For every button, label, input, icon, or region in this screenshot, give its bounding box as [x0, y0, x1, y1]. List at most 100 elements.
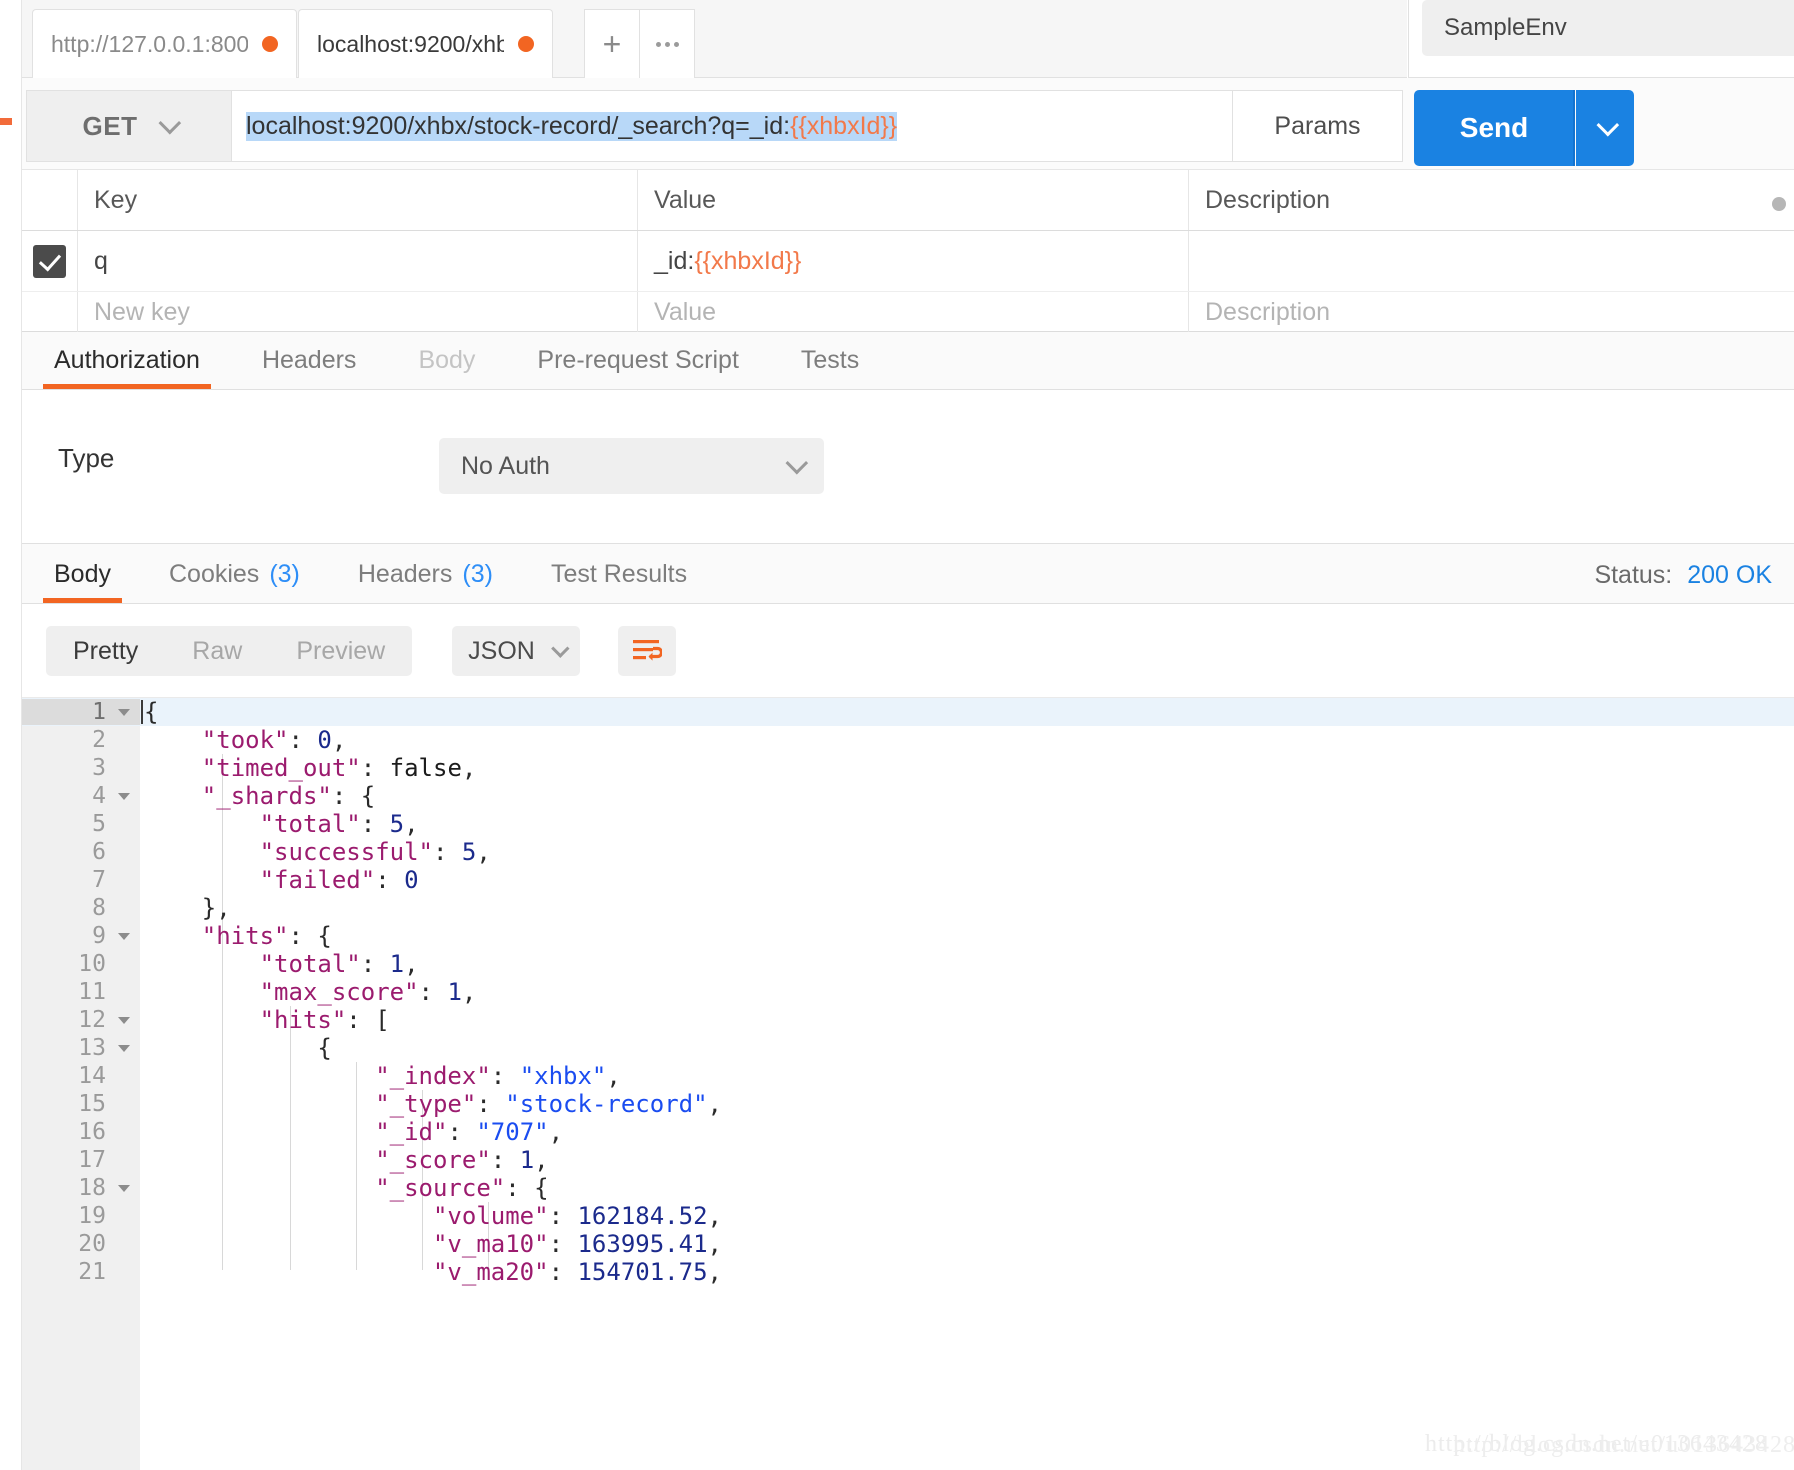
fold-triangle-icon[interactable]	[118, 1185, 130, 1192]
environment-selector[interactable]: SampleEnv	[1422, 0, 1794, 56]
auth-type-selector[interactable]: No Auth	[439, 438, 824, 494]
params-label: Params	[1274, 111, 1361, 140]
header-value-cell: Value	[638, 170, 1189, 230]
new-key-input[interactable]: New key	[78, 292, 638, 332]
new-value-input[interactable]: Value	[638, 292, 1189, 332]
view-pretty-button[interactable]: Pretty	[46, 637, 165, 666]
tab-response-cookies[interactable]: Cookies (3)	[147, 545, 322, 603]
status-code: 200 OK	[1687, 561, 1772, 589]
code-text: "max_score": 1,	[144, 978, 477, 1006]
row-key-cell[interactable]: q	[78, 231, 638, 291]
table-row[interactable]: q _id:{{xhbxId}}	[22, 231, 1794, 292]
request-tab-0-label: http://127.0.0.1:800	[51, 30, 248, 57]
tab-body[interactable]: Body	[396, 331, 497, 389]
left-rail	[0, 0, 22, 1470]
chevron-down-icon	[158, 111, 182, 135]
tab-more-options-button[interactable]	[639, 9, 695, 78]
tab-authorization[interactable]: Authorization	[32, 331, 222, 389]
view-raw-button[interactable]: Raw	[165, 637, 269, 666]
auth-type-value: No Auth	[461, 451, 550, 480]
response-code-editor[interactable]: 1{2 "took": 0, 3 "timed_out": false, 4 "_s…	[22, 697, 1794, 1470]
cookies-count: (3)	[269, 559, 300, 588]
body-format-value: JSON	[468, 636, 535, 665]
tab-pre-request-script[interactable]: Pre-request Script	[515, 331, 760, 389]
row-checkbox[interactable]	[33, 244, 66, 278]
params-table: Key Value Description q _id:{{xhbxId}} N…	[22, 170, 1794, 332]
code-line: 10 "total": 1,	[22, 950, 1794, 978]
tab-response-cookies-label: Cookies	[168, 559, 260, 588]
header-key-cell: Key	[78, 170, 638, 230]
response-body-toolbar: Pretty Raw Preview JSON	[22, 604, 1794, 697]
fold-triangle-icon[interactable]	[118, 1017, 130, 1024]
code-text: "_source": {	[144, 1174, 549, 1202]
code-line: 2 "took": 0,	[22, 726, 1794, 754]
code-text: "hits": {	[144, 922, 332, 950]
send-options-button[interactable]	[1576, 90, 1634, 166]
url-input[interactable]: localhost:9200/xhbx/stock-record/_search…	[231, 90, 1233, 162]
tab-headers[interactable]: Headers	[240, 331, 379, 389]
code-line: 21 "v_ma20": 154701.75,	[22, 1258, 1794, 1286]
tab-response-headers[interactable]: Headers (3)	[336, 545, 515, 603]
params-toggle-button[interactable]: Params	[1233, 90, 1403, 162]
new-value-placeholder: Value	[654, 297, 717, 326]
body-format-selector[interactable]: JSON	[452, 626, 580, 676]
column-header-description: Description	[1205, 185, 1331, 214]
fold-triangle-icon[interactable]	[118, 793, 130, 800]
tab-authorization-label: Authorization	[54, 345, 200, 374]
send-button[interactable]: Send	[1414, 90, 1574, 166]
row-value-cell[interactable]: _id:{{xhbxId}}	[638, 231, 1189, 291]
word-wrap-button[interactable]	[618, 626, 676, 676]
code-text: "v_ma10": 163995.41,	[144, 1230, 722, 1258]
chevron-down-icon	[1596, 113, 1620, 137]
new-tab-button[interactable]: +	[584, 9, 640, 78]
tab-tests-label: Tests	[800, 345, 860, 374]
tab-body-label: Body	[418, 345, 476, 374]
view-preview-button[interactable]: Preview	[269, 637, 412, 666]
new-description-placeholder: Description	[1205, 297, 1331, 326]
authorization-panel: Type No Auth	[22, 390, 1794, 544]
tab-response-body[interactable]: Body	[32, 545, 133, 603]
line-number: 19	[78, 1203, 106, 1229]
code-line: 19 "volume": 162184.52,	[22, 1202, 1794, 1230]
code-line: 17 "_score": 1,	[22, 1146, 1794, 1174]
fold-triangle-icon[interactable]	[118, 1045, 130, 1052]
request-tab-0[interactable]: http://127.0.0.1:800	[32, 9, 297, 78]
code-text: "total": 5,	[144, 810, 419, 838]
code-line: 13 {	[22, 1034, 1794, 1062]
code-text: "_shards": {	[144, 782, 376, 810]
code-line: 4 "_shards": {	[22, 782, 1794, 810]
tab-test-results[interactable]: Test Results	[529, 545, 709, 603]
chevron-down-icon	[550, 638, 570, 658]
new-description-input[interactable]: Description	[1189, 292, 1794, 332]
fold-triangle-icon[interactable]	[118, 709, 130, 716]
tab-tests[interactable]: Tests	[779, 331, 881, 389]
row-description-cell[interactable]	[1189, 231, 1794, 291]
line-number: 6	[92, 839, 106, 865]
code-text: "_id": "707",	[144, 1118, 564, 1146]
http-method-selector[interactable]: GET	[26, 90, 231, 162]
environment-name: SampleEnv	[1444, 14, 1567, 41]
word-wrap-icon	[633, 640, 662, 661]
status-label: Status:	[1594, 561, 1673, 589]
row-checkbox-cell[interactable]	[22, 231, 78, 291]
code-text: "_index": "xhbx",	[144, 1062, 621, 1090]
bulk-edit-icon[interactable]	[1772, 197, 1786, 211]
url-text: localhost:9200/xhbx/stock-record/_search…	[246, 111, 898, 141]
code-line: 20 "v_ma10": 163995.41,	[22, 1230, 1794, 1258]
tab-test-results-label: Test Results	[550, 559, 688, 588]
watermark: http://blog.csdn.net/u013643428 http://b…	[1425, 1431, 1794, 1458]
line-number: 8	[92, 895, 106, 921]
line-number: 2	[92, 727, 106, 753]
response-section-tabs: Body Cookies (3) Headers (3) Test Result…	[22, 544, 1794, 604]
code-text: "volume": 162184.52,	[144, 1202, 722, 1230]
line-number: 21	[78, 1259, 106, 1285]
code-text: "_score": 1,	[144, 1146, 549, 1174]
row-value-variable: {{xhbxId}}	[694, 246, 802, 275]
url-variable: {{xhbxId}}	[790, 111, 898, 140]
request-tab-1[interactable]: localhost:9200/xhbx	[298, 9, 553, 78]
fold-triangle-icon[interactable]	[118, 933, 130, 940]
line-number: 3	[92, 755, 106, 781]
code-line: 3 "timed_out": false,	[22, 754, 1794, 782]
text-caret	[141, 700, 143, 724]
params-new-row[interactable]: New key Value Description	[22, 292, 1794, 332]
